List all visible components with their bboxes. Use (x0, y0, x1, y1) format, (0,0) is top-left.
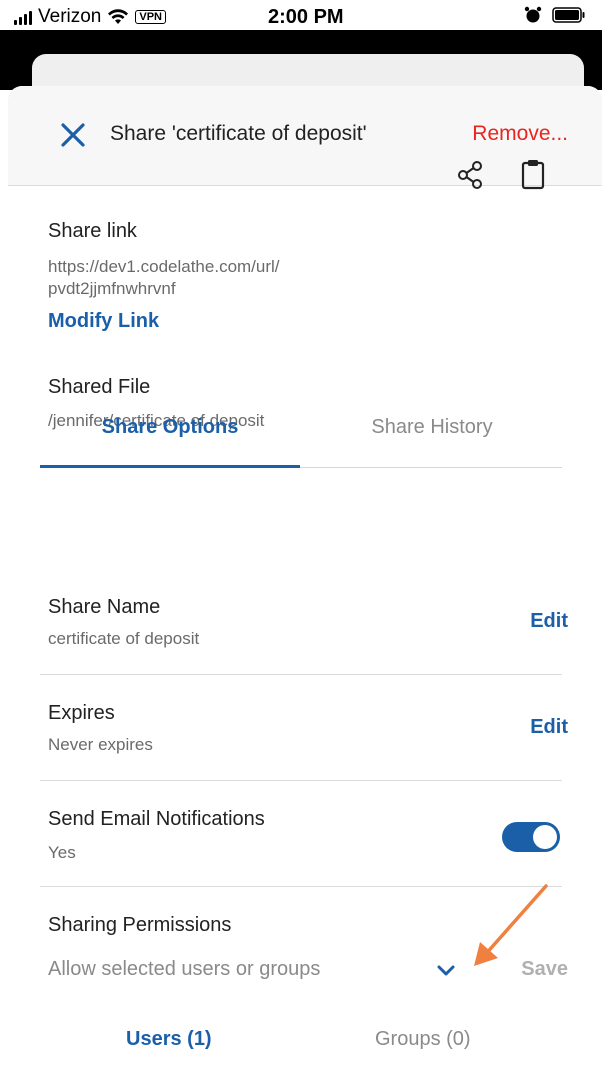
active-tab-indicator (40, 465, 300, 468)
sheet-title: Share 'certificate of deposit' (110, 122, 367, 145)
remove-button[interactable]: Remove... (472, 122, 568, 146)
expires-edit-button[interactable]: Edit (530, 716, 568, 739)
share-name-label: Share Name (48, 596, 161, 618)
modify-link-button[interactable]: Modify Link (48, 310, 159, 333)
shared-file-label: Shared File (48, 376, 151, 398)
share-link-url-line1: https://dev1.codelathe.com/url/ (48, 257, 280, 276)
chevron-down-icon[interactable] (436, 963, 456, 979)
notifications-toggle[interactable] (502, 822, 560, 852)
share-link-label: Share link (48, 220, 137, 242)
tab-users[interactable]: Users (1) (126, 1028, 212, 1051)
share-link-url-line2: pvdt2jjmfnwhrvnf (48, 279, 176, 298)
clipboard-icon[interactable] (520, 158, 546, 190)
status-left: Verizon VPN (14, 6, 166, 28)
share-name-edit-button[interactable]: Edit (530, 610, 568, 633)
expires-label: Expires (48, 702, 115, 724)
tab-share-options[interactable]: Share Options (40, 416, 300, 439)
signal-icon (14, 9, 32, 25)
arrow-annotation (474, 884, 548, 966)
vpn-badge: VPN (135, 10, 166, 24)
tab-bar: Share Options Share History (40, 402, 562, 468)
status-right (524, 6, 586, 24)
battery-icon (552, 7, 585, 23)
expires-value: Never expires (48, 735, 153, 754)
notifications-value: Yes (48, 843, 76, 862)
divider (40, 780, 562, 781)
sharing-permissions-label: Sharing Permissions (48, 914, 232, 936)
notifications-label: Send Email Notifications (48, 808, 265, 830)
tab-share-history[interactable]: Share History (302, 416, 562, 439)
share-icon[interactable] (456, 160, 484, 190)
toggle-knob (533, 825, 557, 849)
status-time: 2:00 PM (268, 6, 344, 28)
permissions-select[interactable]: Allow selected users or groups (48, 958, 320, 981)
share-name-value: certificate of deposit (48, 629, 200, 648)
divider (40, 674, 562, 675)
close-icon[interactable] (58, 120, 88, 150)
alarm-icon (524, 6, 542, 23)
tab-groups[interactable]: Groups (0) (375, 1028, 471, 1051)
carrier-name: Verizon (38, 6, 102, 27)
wifi-icon (108, 9, 129, 24)
sheet-header: Share 'certificate of deposit' Remove... (8, 86, 602, 186)
